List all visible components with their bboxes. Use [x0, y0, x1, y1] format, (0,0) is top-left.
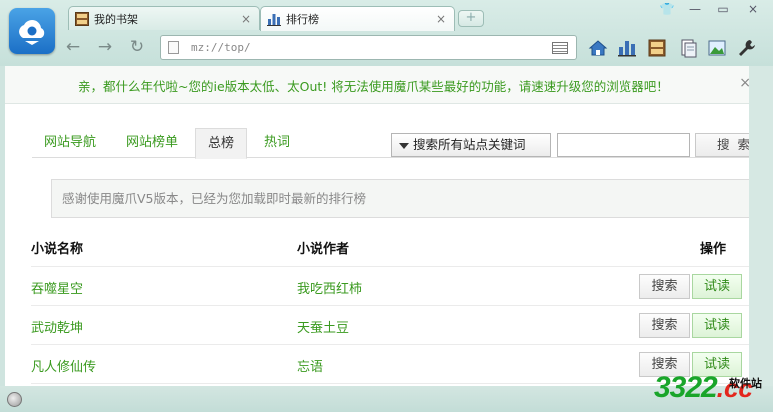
- app-logo[interactable]: [9, 8, 55, 54]
- dropdown-arrow-icon: [399, 142, 409, 149]
- skin-icon[interactable]: 👕: [656, 2, 678, 20]
- reload-button[interactable]: ↻: [126, 38, 148, 58]
- row-divider: [31, 344, 749, 345]
- ranking-icon[interactable]: [617, 38, 637, 58]
- tab-site-navigation[interactable]: 网站导航: [32, 128, 108, 159]
- info-notice: 感谢使用魔爪V5版本，已经为您加载即时最新的排行榜: [51, 179, 749, 218]
- search-input[interactable]: [557, 133, 690, 157]
- row-divider: [31, 266, 749, 267]
- tab-bookshelf[interactable]: 我的书架 ×: [68, 6, 260, 30]
- browser-chrome: 我的书架 × 排行榜 × + 👕 — ▭ × ← → ↻ mz://top/: [0, 0, 773, 66]
- home-icon[interactable]: [588, 38, 608, 58]
- bookshelf-icon: [75, 11, 89, 26]
- tab-label: 我的书架: [94, 12, 138, 26]
- close-icon[interactable]: ×: [739, 75, 749, 91]
- tab-site-ranking[interactable]: 网站榜单: [114, 128, 190, 159]
- column-header-name: 小说名称: [31, 242, 84, 257]
- picture-icon[interactable]: [707, 38, 727, 58]
- warning-text: 亲，都什么年代啦~您的ie版本太低、太Out! 将无法使用魔爪某些最好的功能，请…: [78, 79, 669, 94]
- address-bar[interactable]: mz://top/: [160, 35, 577, 60]
- row-search-button[interactable]: 搜索: [639, 313, 690, 338]
- page-icon: [168, 41, 179, 54]
- tab-overall-ranking[interactable]: 总榜: [195, 128, 248, 159]
- new-tab-button[interactable]: +: [458, 10, 484, 27]
- novel-author-link[interactable]: 我吃西红柿: [297, 278, 362, 297]
- address-url[interactable]: mz://top/: [191, 41, 251, 54]
- novel-name-link[interactable]: 武动乾坤: [31, 317, 83, 336]
- row-divider: [31, 383, 749, 384]
- tab-hot-words[interactable]: 热词: [252, 128, 302, 159]
- search-scope-dropdown[interactable]: 搜索所有站点关键词: [391, 133, 551, 157]
- row-divider: [31, 305, 749, 306]
- bar-chart-icon: [267, 14, 281, 26]
- close-icon[interactable]: ×: [239, 12, 253, 26]
- watermark-number: 3322: [654, 371, 718, 404]
- reader-icon[interactable]: [552, 42, 568, 54]
- document-icon[interactable]: [678, 38, 698, 58]
- globe-icon: [7, 392, 22, 407]
- novel-author-link[interactable]: 忘语: [297, 356, 323, 375]
- row-read-button[interactable]: 试读: [692, 274, 742, 299]
- row-search-button[interactable]: 搜索: [639, 274, 690, 299]
- scrollbar[interactable]: [749, 66, 773, 386]
- tab-ranking[interactable]: 排行榜 ×: [260, 6, 455, 31]
- page-content: 亲，都什么年代啦~您的ie版本太低、太Out! 将无法使用魔爪某些最好的功能，请…: [5, 66, 749, 386]
- close-icon[interactable]: ×: [434, 12, 448, 26]
- search-scope-label: 搜索所有站点关键词: [413, 137, 526, 152]
- wrench-icon[interactable]: [737, 38, 757, 58]
- browser-warning-banner: 亲，都什么年代啦~您的ie版本太低、太Out! 将无法使用魔爪某些最好的功能，请…: [5, 66, 749, 104]
- forward-button[interactable]: →: [94, 38, 116, 58]
- watermark-logo: 3322.cc 软件站: [654, 371, 762, 405]
- bookshelf-icon[interactable]: [647, 38, 667, 58]
- novel-name-link[interactable]: 凡人修仙传: [31, 356, 96, 375]
- column-header-action: 操作: [700, 242, 727, 257]
- column-header-author: 小说作者: [297, 242, 350, 257]
- tab-label: 排行榜: [286, 13, 319, 26]
- cloud-icon: [19, 20, 45, 45]
- novel-author-link[interactable]: 天蚕土豆: [297, 317, 349, 336]
- back-button[interactable]: ←: [62, 38, 84, 58]
- restore-button[interactable]: ▭: [712, 2, 734, 20]
- search-button[interactable]: 搜索: [695, 133, 749, 157]
- close-button[interactable]: ×: [742, 2, 764, 20]
- row-read-button[interactable]: 试读: [692, 313, 742, 338]
- minimize-button[interactable]: —: [684, 2, 706, 20]
- watermark-site: 软件站: [729, 378, 762, 390]
- novel-name-link[interactable]: 吞噬星空: [31, 278, 83, 297]
